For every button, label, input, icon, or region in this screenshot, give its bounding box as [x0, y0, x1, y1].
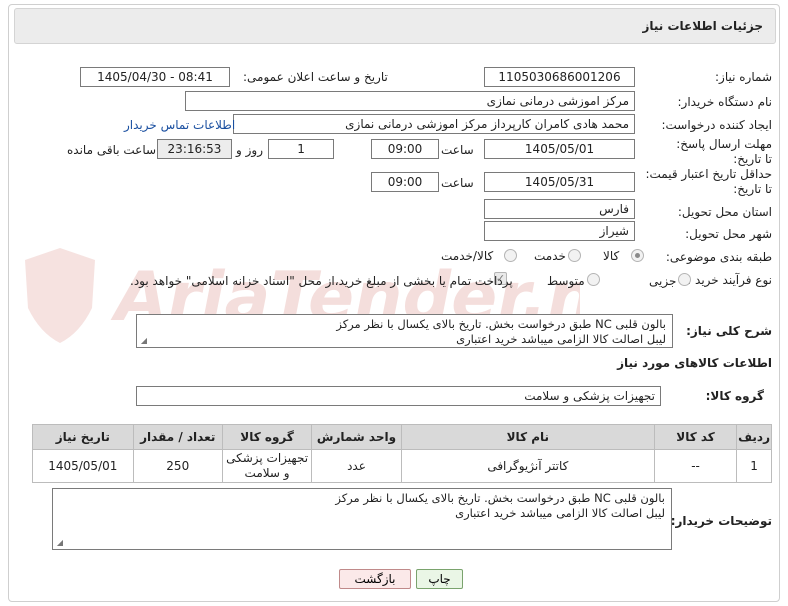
need-number-label: شماره نیاز:: [715, 70, 772, 84]
category-goods-service-label: کالا/خدمت: [441, 249, 494, 263]
goods-group-label: گروه کالا:: [705, 389, 764, 403]
goods-table-header: ردیف کد کالا نام کالا واحد شمارش گروه کا…: [32, 424, 772, 450]
col-name: نام کالا: [400, 424, 655, 450]
buyer-notes-label: توضیحات خریدار:: [670, 514, 772, 528]
announce-label: تاریخ و ساعت اعلان عمومی:: [243, 70, 388, 84]
contact-info-link[interactable]: اطلاعات تماس خریدار: [124, 118, 235, 132]
goods-group-field[interactable]: تجهیزات پزشکی و سلامت: [136, 386, 661, 406]
print-button[interactable]: چاپ: [416, 569, 463, 589]
col-qty: تعداد / مقدار: [132, 424, 223, 450]
category-service-label: خدمت: [534, 249, 566, 263]
resize-handle-icon[interactable]: ◢: [139, 337, 147, 345]
category-label: طبقه بندی موضوعی:: [665, 250, 772, 264]
days-field[interactable]: 1: [268, 139, 334, 159]
cell-name: کاتتر آنژیوگرافی: [400, 449, 655, 483]
creator-field[interactable]: محمد هادی کامران کارپرداز مرکز اموزشی در…: [233, 114, 635, 134]
process-medium-radio[interactable]: [587, 273, 600, 286]
city-label: شهر محل تحویل:: [685, 227, 772, 241]
col-code: کد کالا: [653, 424, 738, 450]
goods-section-title: اطلاعات کالاهای مورد نیاز: [617, 356, 772, 370]
buyer-notes-textarea[interactable]: بالون قلبی NC طبق درخواست بخش. تاریخ بال…: [52, 488, 672, 550]
province-label: استان محل تحویل:: [677, 205, 772, 219]
remaining-time-field: 23:16:53: [157, 139, 232, 159]
process-medium-label: متوسط: [547, 274, 585, 288]
description-label: شرح کلی نیاز:: [686, 324, 772, 338]
table-row: 1 -- کاتتر آنژیوگرافی عدد تجهیزات پزشکی …: [32, 449, 772, 483]
description-text: بالون قلبی NC طبق درخواست بخش. تاریخ بال…: [336, 317, 666, 346]
reply-time-label: ساعت: [441, 143, 474, 157]
process-minor-radio[interactable]: [678, 273, 691, 286]
page-title: جزئیات اطلاعات نیاز: [642, 19, 763, 33]
announce-field[interactable]: 1405/04/30 - 08:41: [80, 67, 230, 87]
price-time-label: ساعت: [441, 176, 474, 190]
buyer-org-field[interactable]: مرکز اموزشی درمانی نمازی: [185, 91, 635, 111]
col-date: تاریخ نیاز: [32, 424, 134, 450]
cell-code: --: [653, 449, 738, 483]
description-textarea[interactable]: بالون قلبی NC طبق درخواست بخش. تاریخ بال…: [136, 314, 673, 348]
col-unit: واحد شمارش: [311, 424, 402, 450]
city-field[interactable]: شیراز: [484, 221, 635, 241]
back-button[interactable]: بازگشت: [339, 569, 411, 589]
cell-unit: عدد: [311, 449, 402, 483]
creator-label: ایجاد کننده درخواست:: [661, 118, 772, 132]
process-label: نوع فرآیند خرید :: [687, 273, 772, 287]
goods-table: ردیف کد کالا نام کالا واحد شمارش گروه کا…: [32, 424, 772, 483]
page-header: جزئیات اطلاعات نیاز: [14, 8, 776, 44]
cell-group: تجهیزات پزشکی و سلامت: [221, 449, 313, 483]
buyer-notes-text: بالون قلبی NC طبق درخواست بخش. تاریخ بال…: [335, 491, 665, 520]
resize-handle-icon[interactable]: ◢: [55, 539, 63, 547]
category-goods-radio[interactable]: [631, 249, 644, 262]
price-deadline-label: حداقل تاریخ اعتبار قیمت: تا تاریخ:: [645, 167, 772, 196]
province-field[interactable]: فارس: [484, 199, 635, 219]
price-time-field[interactable]: 09:00: [371, 172, 439, 192]
col-row: ردیف: [736, 424, 772, 450]
category-goods-service-radio[interactable]: [504, 249, 517, 262]
reply-time-field[interactable]: 09:00: [371, 139, 439, 159]
treasury-payment-note: پرداخت تمام یا بخشی از مبلغ خرید،از محل …: [130, 274, 513, 288]
reply-deadline-label: مهلت ارسال پاسخ: تا تاریخ:: [676, 137, 772, 166]
category-goods-label: کالا: [603, 249, 620, 263]
cell-row: 1: [736, 449, 772, 483]
col-group: گروه کالا: [221, 424, 313, 450]
price-date-field[interactable]: 1405/05/31: [484, 172, 635, 192]
remaining-label: ساعت باقی مانده: [67, 143, 157, 157]
buyer-org-label: نام دستگاه خریدار:: [677, 95, 773, 109]
reply-date-field[interactable]: 1405/05/01: [484, 139, 635, 159]
days-label: روز و: [236, 143, 263, 157]
category-service-radio[interactable]: [568, 249, 581, 262]
cell-qty: 250: [132, 449, 223, 483]
need-number-field[interactable]: 1105030686001206: [484, 67, 635, 87]
cell-date: 1405/05/01: [32, 449, 134, 483]
process-minor-label: جزیی: [649, 274, 677, 288]
